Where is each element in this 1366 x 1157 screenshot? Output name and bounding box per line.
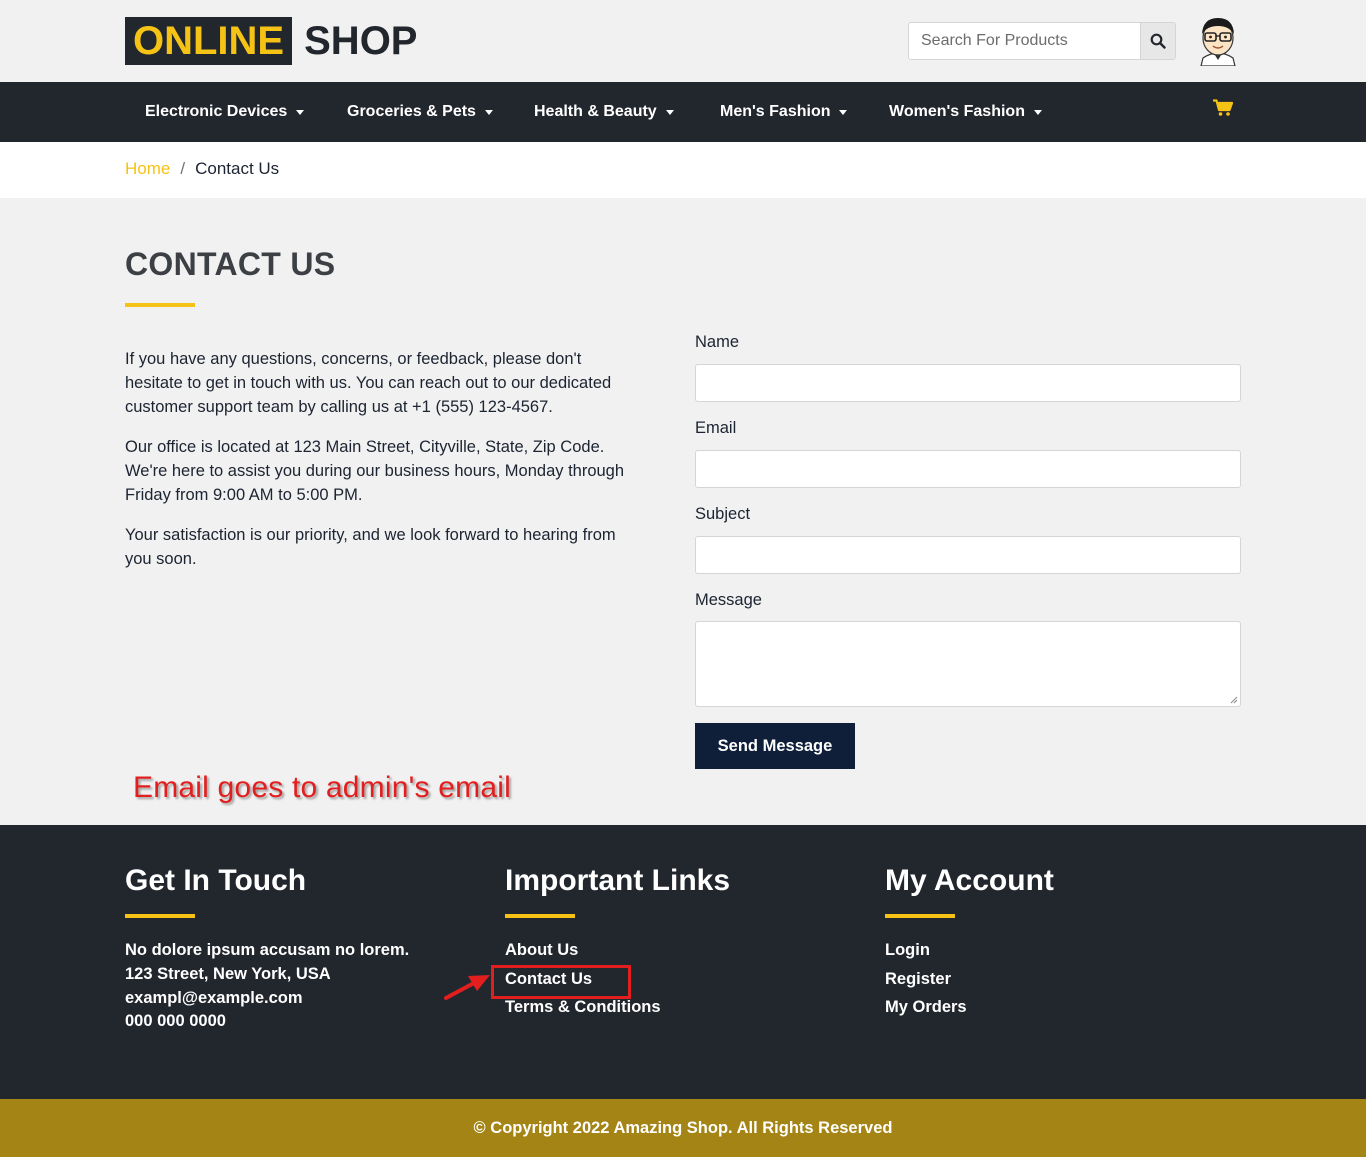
breadcrumb-current: Contact Us bbox=[195, 159, 280, 178]
intro-paragraph: Our office is located at 123 Main Street… bbox=[125, 438, 625, 504]
chevron-down-icon bbox=[839, 109, 848, 115]
nav-label: Health & Beauty bbox=[534, 103, 657, 120]
nav-electronic-devices[interactable]: Electronic Devices bbox=[145, 82, 305, 142]
footer-phone: 000 000 0000 bbox=[125, 1012, 226, 1030]
chevron-down-icon bbox=[1033, 109, 1042, 115]
copyright-bar: © Copyright 2022 Amazing Shop. All Right… bbox=[0, 1099, 1366, 1157]
search-button[interactable] bbox=[1140, 23, 1175, 59]
nav-womens-fashion[interactable]: Women's Fashion bbox=[889, 82, 1042, 142]
subject-field[interactable] bbox=[695, 536, 1241, 574]
nav-groceries-pets[interactable]: Groceries & Pets bbox=[347, 82, 493, 142]
resize-handle-icon[interactable] bbox=[1230, 696, 1238, 704]
site-logo[interactable]: ONLINE SHOP bbox=[125, 17, 417, 65]
annotation-arrow-icon bbox=[444, 975, 490, 1000]
nav-label: Men's Fashion bbox=[720, 103, 831, 120]
footer-heading-underline bbox=[505, 914, 575, 918]
message-label: Message bbox=[695, 591, 762, 609]
nav-label: Groceries & Pets bbox=[347, 103, 476, 120]
name-label: Name bbox=[695, 333, 740, 351]
send-message-button[interactable]: Send Message bbox=[695, 723, 855, 769]
name-field[interactable] bbox=[695, 364, 1241, 402]
nav-mens-fashion[interactable]: Men's Fashion bbox=[720, 82, 848, 142]
footer-link-terms[interactable]: Terms & Conditions bbox=[505, 998, 661, 1017]
chevron-down-icon bbox=[665, 109, 674, 115]
footer-touch-line: No dolore ipsum accusam no lorem. bbox=[125, 941, 410, 959]
page-title: CONTACT US bbox=[125, 246, 336, 282]
nav-label: Women's Fashion bbox=[889, 103, 1025, 120]
annotation-highlight-box bbox=[491, 965, 631, 999]
logo-secondary-text: SHOP bbox=[304, 19, 418, 63]
breadcrumb: Home / Contact Us bbox=[125, 159, 279, 179]
annotation-note: Email goes to admin's email bbox=[133, 771, 511, 804]
nav-label: Electronic Devices bbox=[145, 103, 288, 120]
breadcrumb-separator: / bbox=[180, 159, 186, 178]
intro-paragraph: If you have any questions, concerns, or … bbox=[125, 350, 612, 416]
shopping-cart-icon[interactable] bbox=[1213, 99, 1233, 117]
breadcrumb-home-link[interactable]: Home bbox=[125, 159, 170, 179]
search-bar bbox=[908, 22, 1176, 60]
user-avatar-icon[interactable] bbox=[1195, 14, 1241, 66]
email-field[interactable] bbox=[695, 450, 1241, 488]
message-field[interactable] bbox=[695, 621, 1241, 707]
footer-address: 123 Street, New York, USA bbox=[125, 965, 331, 983]
footer-heading-get-in-touch: Get In Touch bbox=[125, 864, 307, 897]
search-icon bbox=[1150, 33, 1166, 49]
subject-label: Subject bbox=[695, 505, 751, 523]
footer-link-login[interactable]: Login bbox=[885, 941, 930, 960]
footer-link-register[interactable]: Register bbox=[885, 970, 951, 989]
logo-primary-text: ONLINE bbox=[125, 17, 293, 65]
contact-intro: If you have any questions, concerns, or … bbox=[125, 347, 640, 587]
email-label: Email bbox=[695, 419, 737, 437]
title-underline bbox=[125, 303, 195, 307]
footer-heading-underline bbox=[885, 914, 955, 918]
footer-heading-important-links: Important Links bbox=[505, 864, 731, 897]
footer-link-my-orders[interactable]: My Orders bbox=[885, 998, 967, 1017]
nav-health-beauty[interactable]: Health & Beauty bbox=[534, 82, 674, 142]
footer-link-about-us[interactable]: About Us bbox=[505, 941, 578, 960]
intro-paragraph: Your satisfaction is our priority, and w… bbox=[125, 526, 616, 568]
footer-email: exampl@example.com bbox=[125, 989, 303, 1007]
footer-heading-underline bbox=[125, 914, 195, 918]
search-input[interactable] bbox=[909, 23, 1140, 59]
footer-heading-my-account: My Account bbox=[885, 864, 1054, 897]
chevron-down-icon bbox=[296, 109, 305, 115]
chevron-down-icon bbox=[484, 109, 493, 115]
